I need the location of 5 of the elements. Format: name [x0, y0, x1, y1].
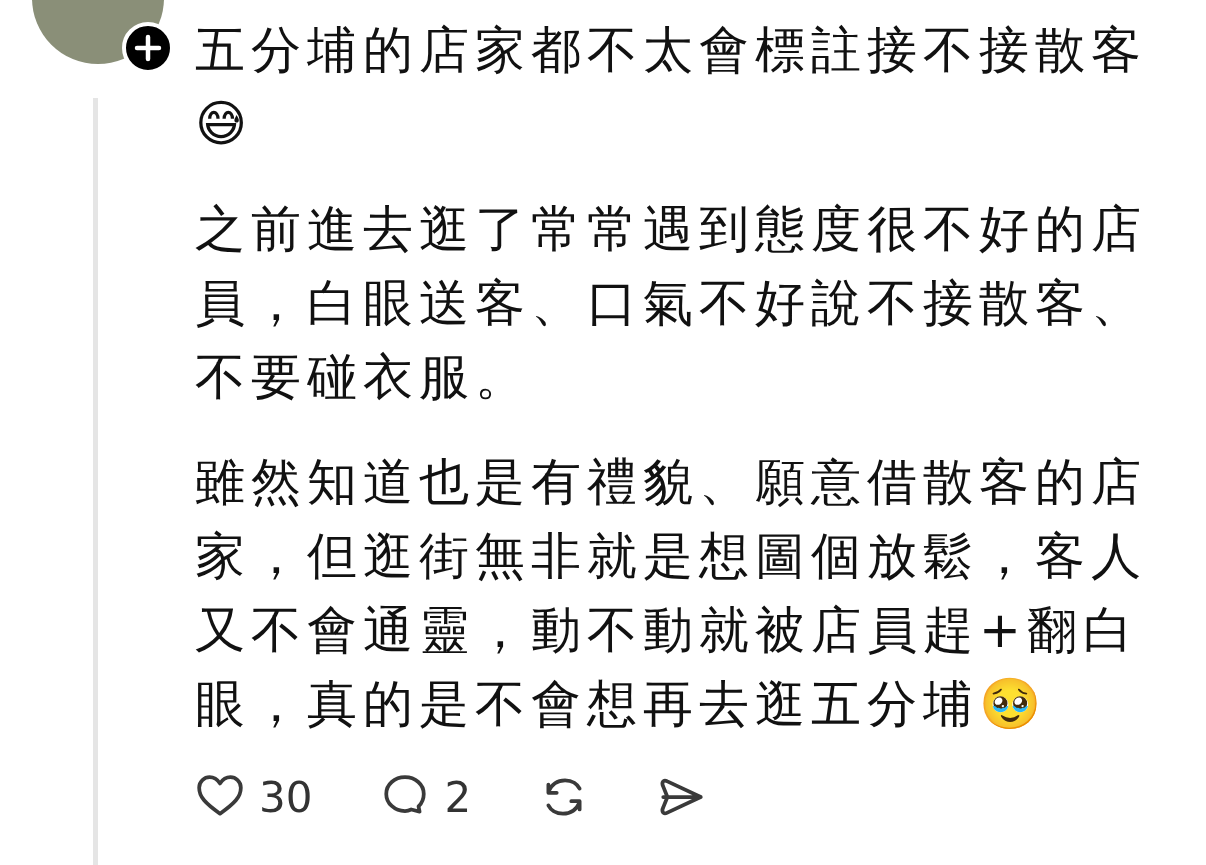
post-text: 五分埔的店家都不太會標註接不接散客😅 — [195, 20, 1148, 155]
comment-button[interactable]: 2 — [380, 772, 472, 822]
post-text: 雖然知道也是有禮貌、願意借散客的店家，但逛街無非就是想圖個放鬆，客人又不會通靈，動不動就被店員趕+翻白眼，真的是不會想再去逛五分埔🥹 — [195, 452, 1148, 735]
like-button[interactable]: 30 — [195, 772, 313, 822]
post-text: 之前進去逛了常常遇到態度很不好的店員，白眼送客、口氣不好說不接散客、不要碰衣服。 — [195, 199, 1148, 408]
